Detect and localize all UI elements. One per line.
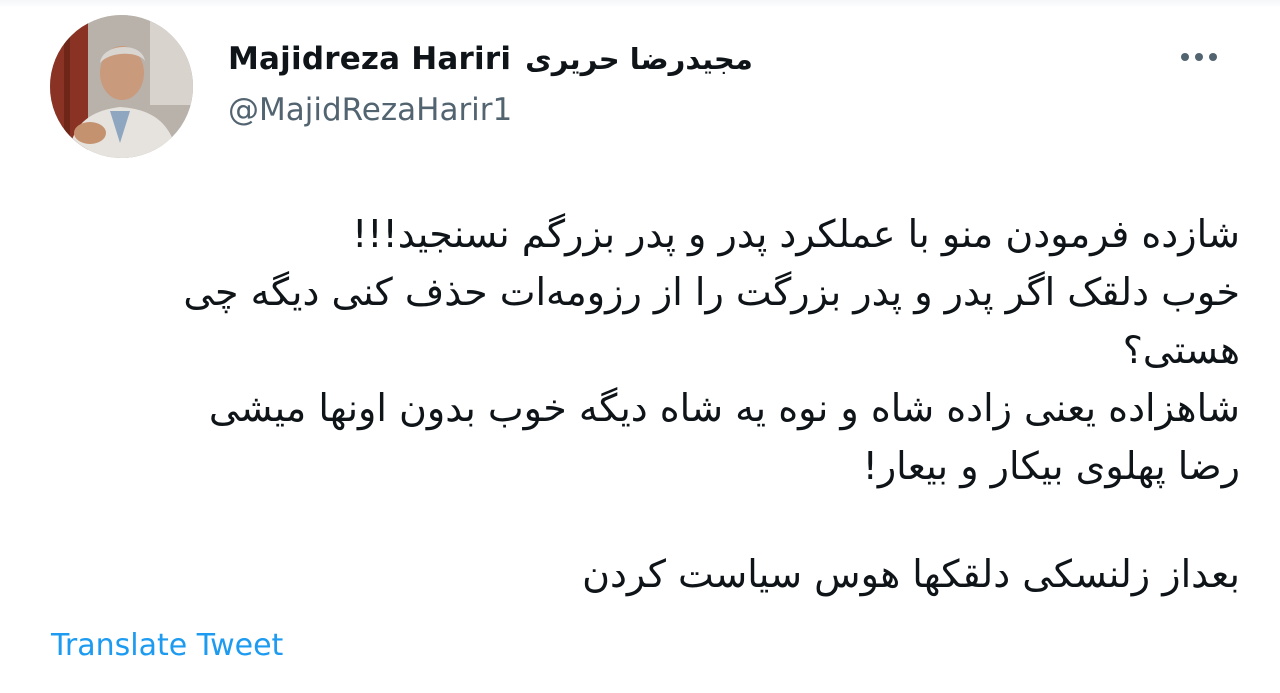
tweet-closing-line: بعداز زلنسکی دلقکها هوس سیاست کردن [582,552,1240,596]
tweet-text: شازده فرمودن منو با عملکرد پدر و پدر بزر… [40,205,1240,603]
more-options-button[interactable] [1170,38,1228,76]
author-display-name[interactable]: Majidreza Hariri [228,41,511,77]
more-horizontal-icon-dot [1195,53,1203,61]
tweet-line: رضا پهلوی بیکار و بیعار! [862,444,1240,488]
tweet-line: شازده فرمودن منو با عملکرد پدر و پدر بزر… [352,212,1240,256]
translate-tweet-link[interactable]: Translate Tweet [51,628,283,663]
tweet-line: خوب دلقک اگر پدر و پدر بزرگت را از رزومه… [183,270,1240,314]
top-edge [0,0,1280,8]
author-handle[interactable]: @MajidRezaHarir1 [228,92,512,128]
more-horizontal-icon [1181,53,1189,61]
more-horizontal-icon-dot [1209,53,1217,61]
profile-photo-icon [50,15,193,158]
author-display-name-persian[interactable]: مجیدرضا حریری [525,42,753,76]
tweet-line: هستی؟ [1122,328,1240,372]
author-name-row[interactable]: Majidreza Hariri مجیدرضا حریری [228,36,753,82]
avatar[interactable] [50,15,193,158]
tweet-line: شاهزاده یعنی زاده شاه و نوه یه شاه دیگه … [208,386,1240,430]
